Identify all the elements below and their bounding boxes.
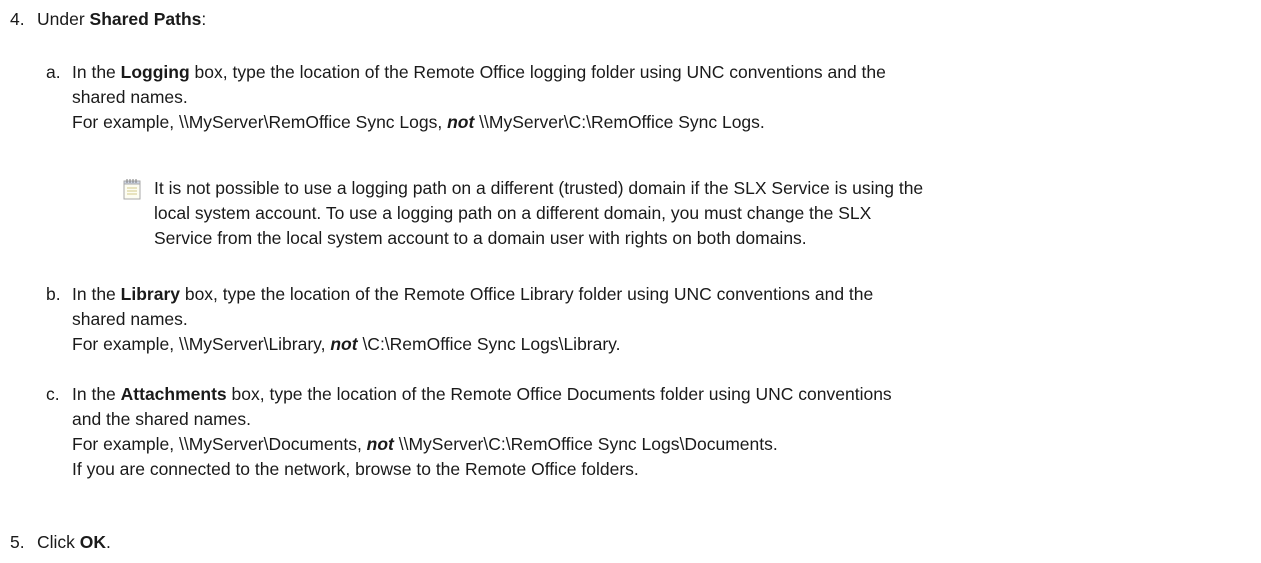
step-4: 4. Under Shared Paths: bbox=[10, 7, 206, 32]
example-line: For example, \\MyServer\Documents, not \… bbox=[72, 434, 778, 454]
field-name: Attachments bbox=[120, 384, 227, 404]
emphasis-not: not bbox=[447, 112, 475, 132]
emphasis-not: not bbox=[330, 334, 358, 354]
substep-b: b. In the Library box, type the location… bbox=[46, 282, 1236, 357]
note-line: Service from the local system account to… bbox=[154, 228, 807, 248]
step-text-suffix: : bbox=[201, 9, 207, 29]
step-bold-term: Shared Paths bbox=[89, 9, 202, 29]
example-line: For example, \\MyServer\Library, not \C:… bbox=[72, 334, 621, 354]
substep-line: In the Attachments box, type the locatio… bbox=[72, 384, 892, 404]
note-line: local system account. To use a logging p… bbox=[154, 203, 872, 223]
substep-line: In the Logging box, type the location of… bbox=[72, 62, 886, 82]
field-name: Library bbox=[120, 284, 180, 304]
substep-line: shared names. bbox=[72, 309, 188, 329]
step-5: 5. Click OK. bbox=[10, 530, 111, 555]
step-text: Under bbox=[37, 9, 90, 29]
substep-letter: a. bbox=[46, 62, 61, 82]
emphasis-not: not bbox=[366, 434, 394, 454]
step-text-suffix: . bbox=[106, 532, 111, 552]
substep-line: and the shared names. bbox=[72, 409, 252, 429]
substep-line: shared names. bbox=[72, 87, 188, 107]
substep-a: a. In the Logging box, type the location… bbox=[46, 60, 1236, 135]
step-number: 4. bbox=[10, 9, 25, 29]
ok-label: OK bbox=[79, 532, 107, 552]
substep-letter: c. bbox=[46, 384, 60, 404]
substep-c: c. In the Attachments box, type the loca… bbox=[46, 382, 1236, 482]
note-icon bbox=[123, 179, 141, 200]
substep-line: If you are connected to the network, bro… bbox=[72, 459, 639, 479]
note-line: It is not possible to use a logging path… bbox=[154, 178, 924, 198]
step-text: Click bbox=[37, 532, 80, 552]
field-name: Logging bbox=[120, 62, 190, 82]
step-number: 5. bbox=[10, 532, 25, 552]
note-block: It is not possible to use a logging path… bbox=[122, 176, 1232, 251]
example-line: For example, \\MyServer\RemOffice Sync L… bbox=[72, 112, 765, 132]
substep-letter: b. bbox=[46, 284, 61, 304]
substep-line: In the Library box, type the location of… bbox=[72, 284, 874, 304]
document-page: 4. Under Shared Paths: a. In the Logging … bbox=[0, 0, 1261, 563]
